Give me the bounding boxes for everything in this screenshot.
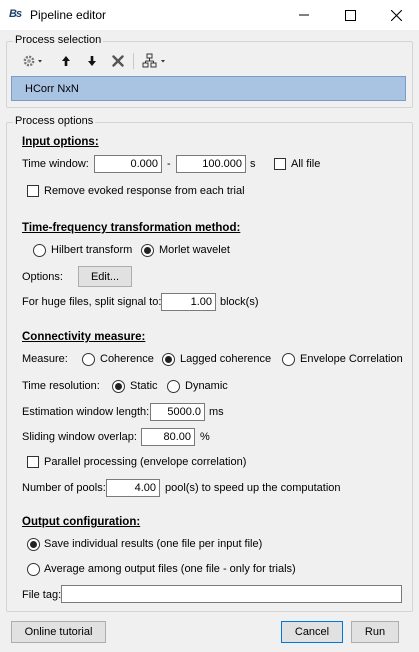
average-output-radio[interactable] [27, 563, 40, 576]
time-window-dash: - [167, 158, 171, 170]
save-individual-label: Save individual results (one file per in… [44, 538, 263, 550]
coherence-label: Coherence [100, 353, 154, 365]
all-file-label: All file [291, 158, 321, 170]
pools-input[interactable]: 4.00 [106, 479, 160, 497]
window-title: Pipeline editor [30, 8, 107, 22]
remove-evoked-label: Remove evoked response from each trial [44, 185, 245, 197]
pools-label: Number of pools: [22, 482, 106, 494]
estimation-window-label: Estimation window length: [22, 406, 150, 418]
input-options-heading: Input options: [22, 136, 99, 148]
maximize-icon [344, 9, 356, 21]
brainstorm-app-icon: Bs [9, 8, 22, 20]
close-icon [390, 9, 402, 21]
save-individual-radio[interactable] [27, 538, 40, 551]
parallel-processing-label: Parallel processing (envelope correlatio… [44, 456, 247, 468]
time-window-end-input[interactable]: 100.000 [176, 155, 246, 173]
split-signal-label: For huge files, split signal to: [22, 296, 162, 308]
measure-label: Measure: [22, 353, 68, 365]
process-menu-button[interactable] [20, 52, 46, 70]
arrow-up-icon [62, 56, 70, 66]
process-selection-label: Process selection [13, 34, 104, 46]
online-tutorial-button[interactable]: Online tutorial [11, 621, 106, 643]
process-name: HCorr NxN [25, 83, 79, 95]
cancel-button[interactable]: Cancel [281, 621, 343, 643]
gear-icon [23, 55, 42, 67]
process-options-label: Process options [13, 115, 96, 127]
lagged-coherence-radio[interactable] [162, 353, 175, 366]
estimation-window-unit: ms [209, 406, 224, 418]
tf-method-heading: Time-frequency transformation method: [22, 222, 241, 234]
time-window-unit: s [250, 158, 256, 170]
process-list-item[interactable]: HCorr NxN [11, 76, 406, 101]
time-resolution-label: Time resolution: [22, 380, 100, 392]
tf-options-label: Options: [22, 271, 63, 283]
time-window-start-input[interactable]: 0.000 [94, 155, 162, 173]
overlap-label: Sliding window overlap: [22, 431, 137, 443]
estimation-window-input[interactable]: 5000.0 [150, 403, 205, 421]
title-bar: Bs Pipeline editor [0, 0, 419, 30]
pipeline-menu-button[interactable] [140, 52, 170, 70]
coherence-radio[interactable] [82, 353, 95, 366]
remove-evoked-checkbox[interactable] [27, 185, 39, 197]
file-tag-label: File tag: [22, 589, 62, 601]
toolbar-separator [133, 53, 134, 69]
delete-icon [112, 55, 124, 67]
arrow-down-icon [88, 56, 96, 66]
static-radio[interactable] [112, 380, 125, 393]
file-tag-input[interactable] [61, 585, 402, 603]
dynamic-radio[interactable] [167, 380, 180, 393]
envelope-correlation-radio[interactable] [282, 353, 295, 366]
close-button[interactable] [373, 0, 419, 30]
run-button[interactable]: Run [351, 621, 399, 643]
time-window-label: Time window: [22, 158, 89, 170]
minimize-icon [299, 14, 309, 16]
hilbert-label: Hilbert transform [51, 244, 133, 256]
overlap-unit: % [200, 431, 210, 443]
average-output-label: Average among output files (one file - o… [44, 563, 296, 575]
move-up-button[interactable] [58, 52, 74, 70]
hilbert-radio[interactable] [33, 244, 46, 257]
output-config-heading: Output configuration: [22, 516, 141, 528]
delete-process-button[interactable] [109, 52, 127, 70]
pools-unit: pool(s) to speed up the computation [165, 482, 341, 494]
lagged-coherence-label: Lagged coherence [180, 353, 272, 365]
envelope-correlation-label: Envelope Correlation [300, 353, 403, 365]
maximize-button[interactable] [327, 0, 373, 30]
tf-edit-button[interactable]: Edit... [78, 266, 132, 287]
minimize-button[interactable] [281, 0, 327, 30]
pipeline-tree-icon [142, 53, 165, 68]
split-signal-unit: block(s) [220, 296, 259, 308]
overlap-input[interactable]: 80.00 [141, 428, 195, 446]
connectivity-heading: Connectivity measure: [22, 331, 146, 343]
dynamic-label: Dynamic [185, 380, 228, 392]
parallel-processing-checkbox[interactable] [27, 456, 39, 468]
morlet-radio[interactable] [141, 244, 154, 257]
move-down-button[interactable] [84, 52, 100, 70]
static-label: Static [130, 380, 158, 392]
all-file-checkbox[interactable] [274, 158, 286, 170]
morlet-label: Morlet wavelet [159, 244, 230, 256]
split-signal-input[interactable]: 1.00 [161, 293, 216, 311]
